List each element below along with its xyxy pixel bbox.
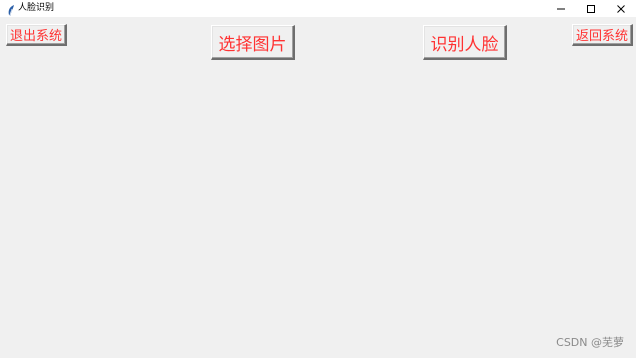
exit-system-button[interactable]: 退出系统	[6, 24, 67, 46]
maximize-icon[interactable]	[576, 0, 606, 17]
main-window: 退出系统 选择图片 识别人脸 返回系统 CSDN @芜萝	[0, 17, 636, 358]
watermark: CSDN @芜萝	[556, 336, 624, 349]
title-bar: 人脸识别	[0, 0, 636, 17]
window-title: 人脸识别	[18, 3, 55, 13]
select-image-button[interactable]: 选择图片	[211, 25, 295, 60]
close-icon[interactable]	[606, 0, 636, 17]
feather-icon	[6, 2, 16, 17]
recognize-face-button[interactable]: 识别人脸	[423, 25, 507, 60]
minimize-icon[interactable]	[546, 0, 576, 17]
return-system-button[interactable]: 返回系统	[572, 24, 633, 46]
